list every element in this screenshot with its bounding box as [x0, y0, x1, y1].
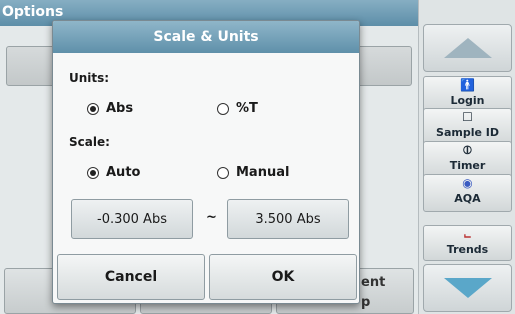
sidebar-item-label: Trends: [446, 243, 489, 256]
sidebar-item-label: AQA: [454, 192, 481, 205]
background-bottom-button-label-2: p: [361, 295, 371, 310]
radio-label: Manual: [236, 165, 290, 180]
timer-icon: ⦶: [463, 143, 472, 157]
radio-checked-icon: [87, 166, 99, 179]
units-label: Units:: [69, 71, 110, 85]
arrow-up-icon: [443, 38, 492, 58]
sidebar-item-label: Login: [450, 94, 485, 107]
radio-checked-icon: [87, 102, 99, 115]
scale-units-dialog: Scale & Units Units: Abs %T Scale: Auto …: [52, 20, 360, 304]
trend-chart-icon: ⨽: [463, 227, 471, 241]
scroll-down-button[interactable]: [423, 264, 512, 312]
sidebar-item-label: Sample ID: [436, 126, 499, 139]
scale-auto-radio[interactable]: Auto: [87, 165, 140, 180]
right-sidebar: 🚹 Login ☐ Sample ID ⦶ Timer ◉ AQA ⨽ Tren…: [418, 0, 515, 314]
radio-label: %T: [236, 101, 258, 116]
arrow-down-icon: [443, 278, 492, 298]
sidebar-item-aqa[interactable]: ◉ AQA: [423, 174, 512, 212]
aqa-icon: ◉: [462, 176, 473, 190]
sidebar-item-label: Timer: [449, 159, 486, 172]
range-separator: ~: [206, 210, 217, 225]
radio-unchecked-icon: [217, 102, 229, 115]
radio-label: Abs: [106, 101, 134, 116]
units-percent-t-radio[interactable]: %T: [217, 101, 258, 116]
radio-unchecked-icon: [217, 166, 229, 179]
range-min-button[interactable]: -0.300 Abs: [71, 199, 193, 239]
scale-label: Scale:: [69, 135, 110, 149]
scroll-up-button[interactable]: [423, 24, 512, 72]
dialog-title: Scale & Units: [53, 21, 359, 53]
ok-button[interactable]: OK: [209, 254, 357, 300]
cancel-button[interactable]: Cancel: [57, 254, 205, 300]
sample-cup-icon: ☐: [462, 110, 473, 124]
radio-label: Auto: [106, 165, 141, 180]
sidebar-item-trends[interactable]: ⨽ Trends: [423, 225, 512, 261]
person-icon: 🚹: [460, 78, 475, 92]
units-abs-radio[interactable]: Abs: [87, 101, 133, 116]
range-max-button[interactable]: 3.500 Abs: [227, 199, 349, 239]
scale-manual-radio[interactable]: Manual: [217, 165, 289, 180]
background-bottom-button-label: ent: [361, 275, 386, 290]
